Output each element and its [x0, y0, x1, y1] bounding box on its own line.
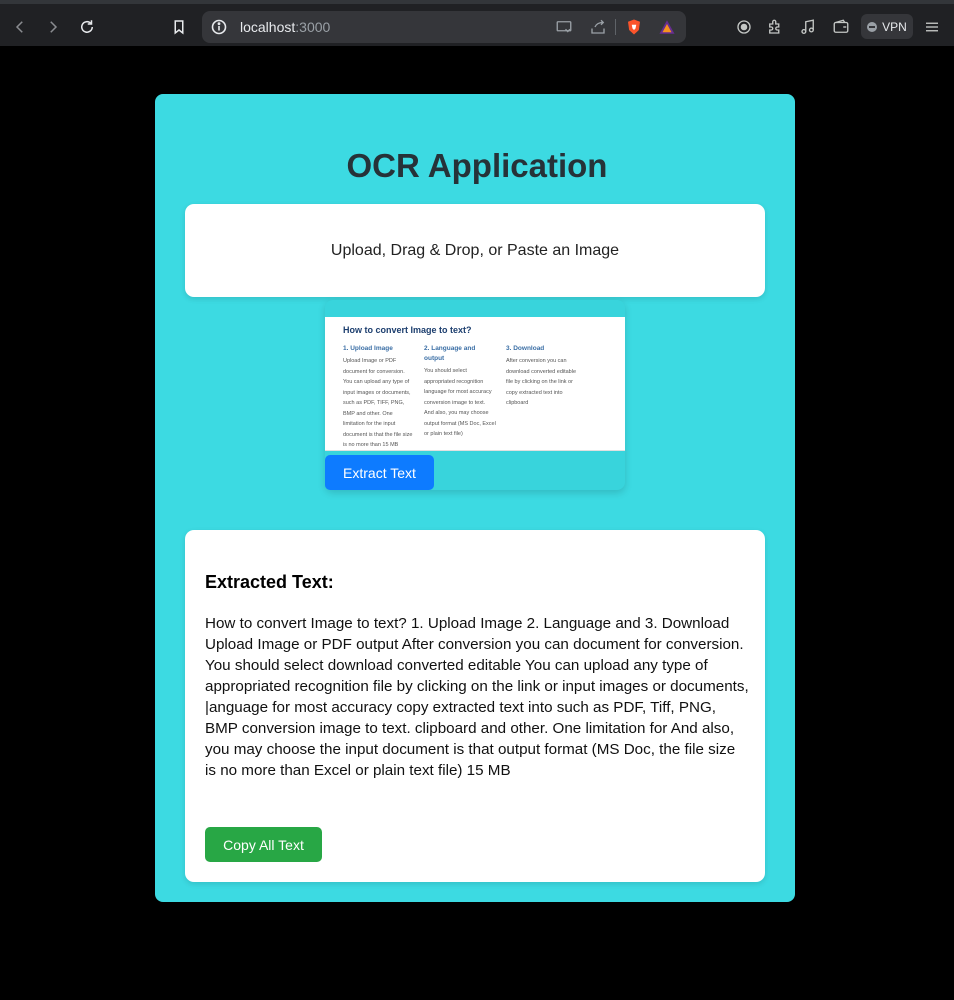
preview-column-body: After conversion you can download conver…: [506, 358, 577, 406]
upload-dropzone[interactable]: Upload, Drag & Drop, or Paste an Image: [185, 204, 765, 297]
preview-column: 2. Language and output You should select…: [424, 344, 496, 440]
share-icon[interactable]: [589, 18, 607, 36]
preview-column: 3. Download After conversion you can dow…: [506, 344, 578, 409]
preview-column-body: You should select appropriated recogniti…: [424, 368, 496, 437]
preview-column-body: Upload Image or PDF document for convers…: [343, 358, 413, 448]
url-port: :3000: [295, 19, 331, 35]
forward-icon[interactable]: [41, 15, 65, 39]
copy-all-text-button[interactable]: Copy All Text: [205, 827, 322, 862]
vpn-button[interactable]: VPN: [861, 14, 913, 39]
url-host: localhost: [240, 19, 296, 35]
upload-prompt: Upload, Drag & Drop, or Paste an Image: [330, 241, 620, 259]
preview-column: 1. Upload Image Upload Image or PDF docu…: [343, 344, 415, 450]
extensions-icon[interactable]: [765, 17, 785, 37]
preview-title: How to convert Image to text?: [343, 325, 472, 335]
site-info-icon[interactable]: [211, 19, 227, 35]
bookmark-icon[interactable]: [167, 15, 191, 39]
page-title: OCR Application: [346, 147, 608, 184]
extract-text-button[interactable]: Extract Text: [325, 455, 434, 490]
address-bar[interactable]: localhost:3000: [202, 11, 686, 43]
browser-toolbar: localhost:3000 VPN: [0, 0, 954, 46]
extracted-text-panel: Extracted Text: How to convert Image to …: [185, 530, 765, 882]
vpn-label: VPN: [882, 19, 907, 34]
cast-icon[interactable]: [555, 18, 573, 36]
url-separator: [615, 19, 616, 35]
uploaded-image-preview: How to convert Image to text? 1. Upload …: [325, 317, 625, 451]
preview-column-heading: 2. Language and output: [424, 345, 476, 362]
vpn-status-icon: [867, 21, 878, 32]
menu-icon[interactable]: [922, 17, 942, 37]
reload-icon[interactable]: [75, 15, 99, 39]
preview-column-heading: 1. Upload Image: [343, 345, 393, 352]
preview-column-heading: 3. Download: [506, 345, 545, 352]
extracted-text-body: How to convert Image to text? 1. Upload …: [205, 615, 749, 779]
brave-rewards-icon[interactable]: [658, 18, 676, 36]
extracted-text-heading: Extracted Text:: [205, 572, 334, 592]
music-icon[interactable]: [798, 17, 818, 37]
back-icon[interactable]: [8, 15, 32, 39]
wallet-icon[interactable]: [831, 17, 851, 37]
url-text: localhost:3000: [240, 19, 330, 35]
brave-shield-icon[interactable]: [625, 18, 643, 36]
record-icon[interactable]: [734, 17, 754, 37]
